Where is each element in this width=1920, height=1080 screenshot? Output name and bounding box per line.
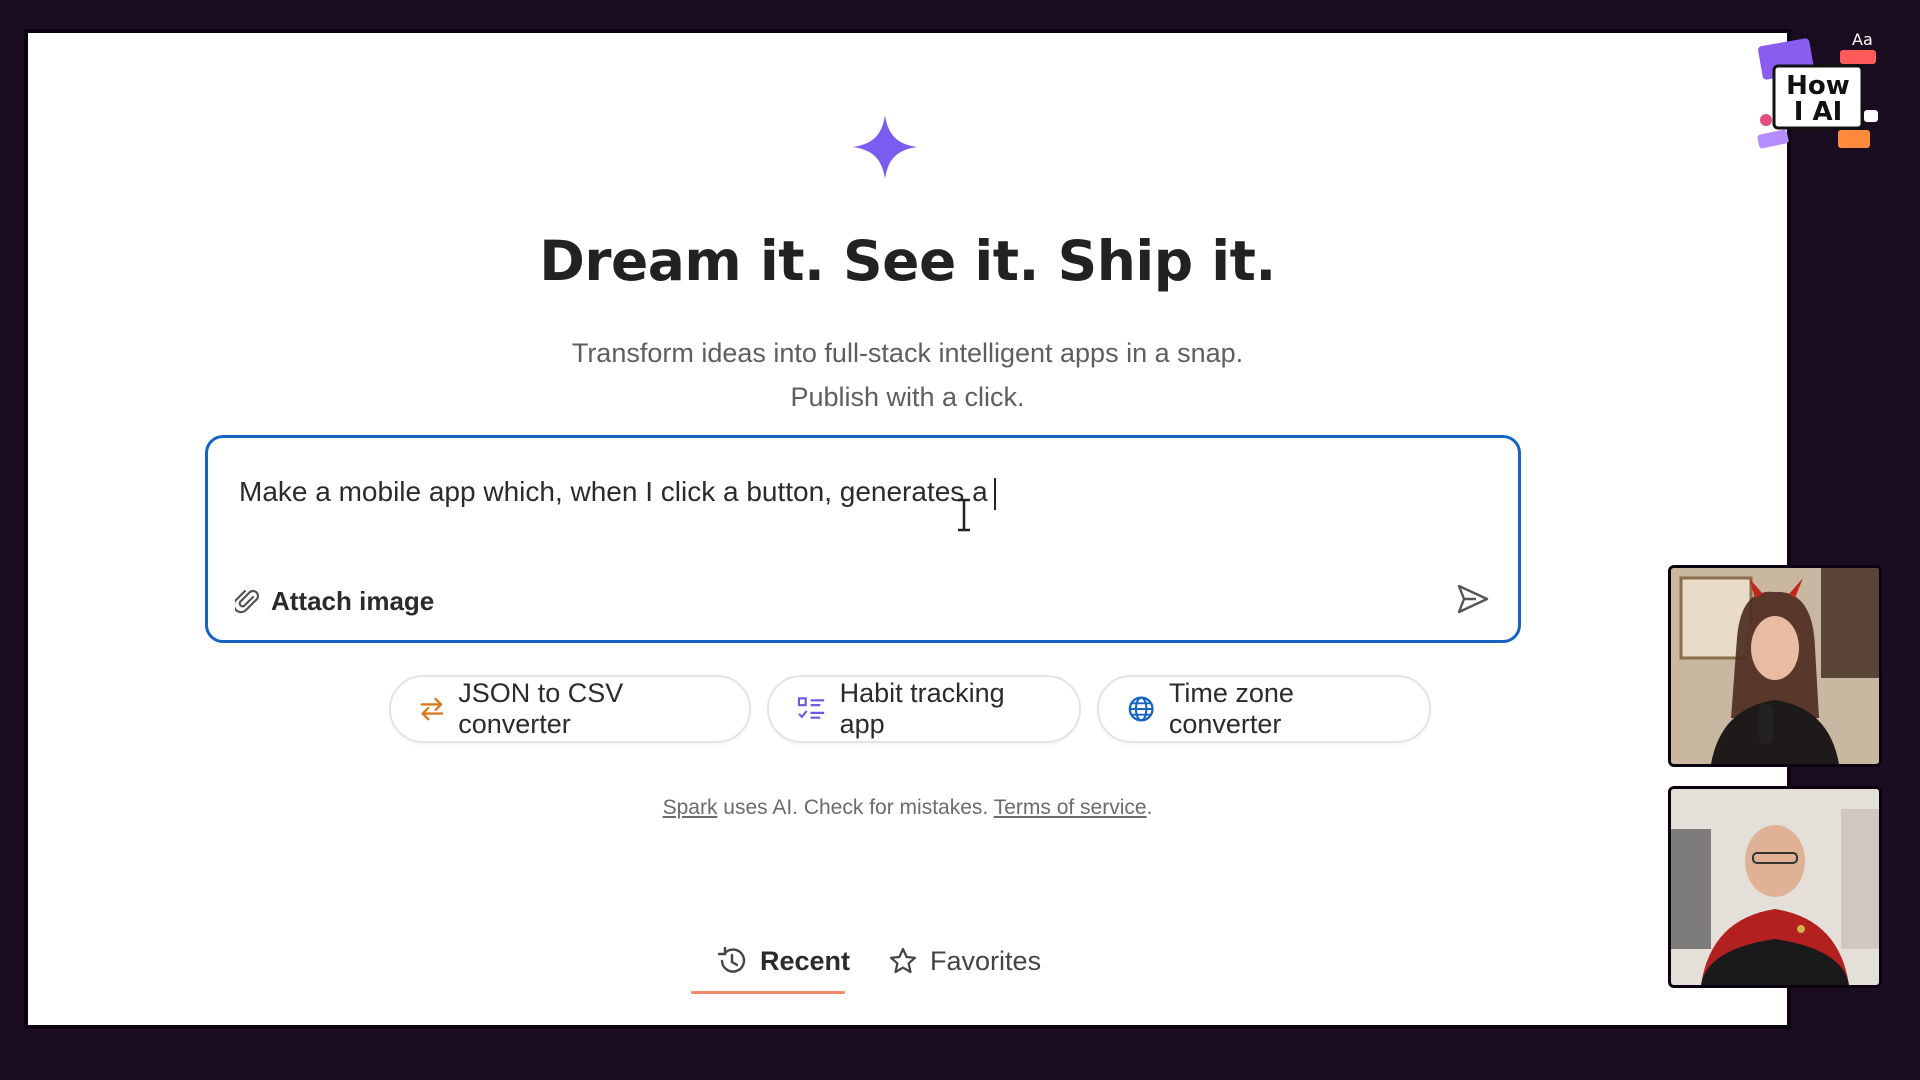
suggestion-time-zone[interactable]: Time zone converter <box>1096 675 1431 743</box>
tab-recent-label: Recent <box>760 945 851 976</box>
spark-link[interactable]: Spark <box>663 796 718 819</box>
how-i-ai-logo-graphic: How I AI Aa <box>1757 30 1878 149</box>
participant-video-1 <box>1668 565 1882 767</box>
tab-favorites-label: Favorites <box>930 945 1042 976</box>
star-icon <box>889 947 917 974</box>
prompt-text[interactable]: Make a mobile app which, when I click a … <box>239 476 988 507</box>
paperclip-icon <box>235 589 259 613</box>
page-headline: Dream it. See it. Ship it. <box>539 229 1276 293</box>
suggestion-label: JSON to CSV converter <box>458 678 624 739</box>
active-tab-indicator <box>691 991 845 994</box>
attach-image-label: Attach image <box>271 586 435 616</box>
suggestion-label: Time zone converter <box>1168 678 1294 739</box>
how-i-ai-logo: How I AI Aa <box>1752 28 1892 158</box>
suggestion-json-to-csv[interactable]: JSON to CSV converter <box>388 675 751 743</box>
text-caret <box>993 477 996 510</box>
ibeam-cursor-icon <box>958 498 970 532</box>
prompt-input[interactable]: Make a mobile app which, when I click a … <box>205 435 1521 643</box>
terms-of-service-link[interactable]: Terms of service <box>994 796 1147 819</box>
logo-line-2: I AI <box>1794 97 1843 127</box>
page-subtitle-line-1: Transform ideas into full-stack intellig… <box>571 338 1244 368</box>
spark-logo-icon <box>853 115 917 179</box>
page-subtitle-line-2: Publish with a click. <box>790 382 1025 412</box>
suggestion-label: Habit tracking app <box>839 678 1005 739</box>
participant-1-image <box>1671 568 1879 764</box>
tab-favorites[interactable]: Favorites <box>888 936 1041 986</box>
app-window: Dream it. See it. Ship it. Transform ide… <box>24 29 1791 1029</box>
checklist-icon <box>797 697 824 719</box>
participant-video-2 <box>1668 786 1882 988</box>
participant-2-image <box>1671 789 1879 985</box>
swap-arrows-icon <box>420 697 443 721</box>
prompt-text-wrapper[interactable]: Make a mobile app which, when I click a … <box>239 476 996 510</box>
suggestion-habit-tracking[interactable]: Habit tracking app <box>766 675 1081 743</box>
logo-aa: Aa <box>1852 30 1873 49</box>
attach-image-button[interactable]: Attach image <box>235 586 434 617</box>
disclaimer-end: . <box>1146 796 1153 819</box>
suggestion-chips: JSON to CSV converter Habit tracking app… <box>28 675 1787 743</box>
disclaimer-text: uses AI. Check for mistakes. <box>717 796 994 819</box>
project-tabs: Recent Favorites <box>716 936 1041 986</box>
globe-icon <box>1128 696 1154 722</box>
history-icon <box>717 946 746 973</box>
tab-recent[interactable]: Recent <box>716 936 850 986</box>
send-icon[interactable] <box>1456 582 1490 616</box>
ai-disclaimer: Spark uses AI. Check for mistakes. Terms… <box>28 796 1787 820</box>
